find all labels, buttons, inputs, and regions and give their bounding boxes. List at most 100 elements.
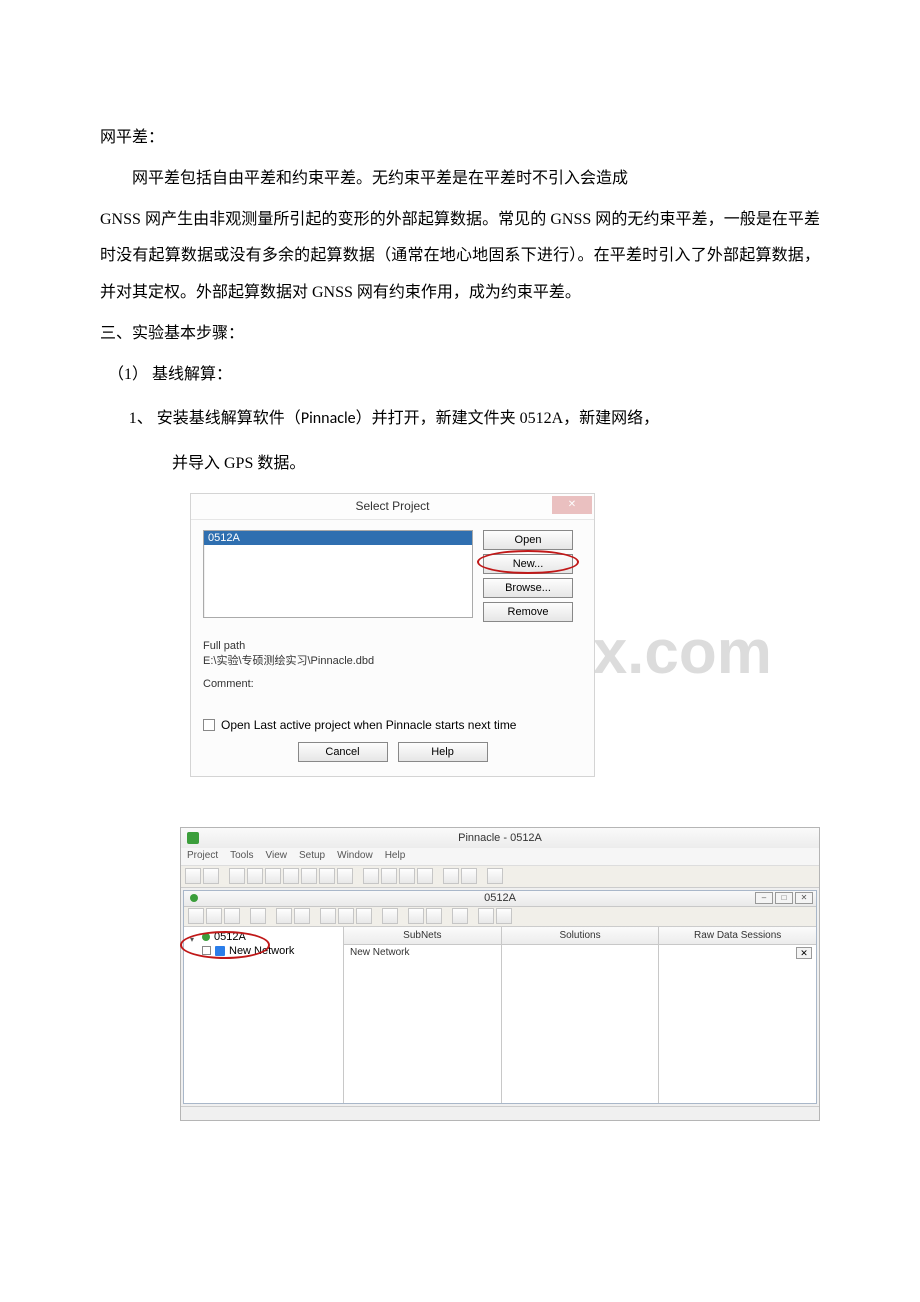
panel-close-icon[interactable]: ✕ — [796, 947, 812, 959]
close-icon[interactable]: ✕ — [552, 496, 592, 514]
panel-header-row: SubNets Solutions Raw Data Sessions — [344, 927, 816, 945]
app-titlebar: Pinnacle - 0512A — [181, 828, 819, 848]
fullpath-label: Full path — [203, 640, 582, 652]
browse-button[interactable]: Browse... — [483, 578, 573, 598]
header-subnets: SubNets — [344, 927, 502, 945]
toolbar-icon[interactable] — [496, 908, 512, 924]
tree-inner: 0512A New Network — [184, 927, 343, 961]
minimize-icon[interactable]: – — [755, 892, 773, 904]
li2-part-a: 1、 安装基线解算软件（ — [129, 410, 301, 427]
statusbar — [181, 1106, 819, 1120]
dialog-title: Select Project — [355, 499, 429, 513]
network-icon — [215, 946, 225, 956]
figure-select-project: www.bdocx.com Select Project ✕ 0512A Ope… — [190, 493, 820, 777]
comment-label: Comment: — [203, 678, 582, 690]
toolbar-icon[interactable] — [185, 868, 201, 884]
project-listbox[interactable]: 0512A — [203, 530, 473, 618]
dialog-titlebar: Select Project ✕ — [191, 494, 594, 520]
toolbar-icon[interactable] — [229, 868, 245, 884]
subnet-item-label[interactable]: New Network — [344, 945, 501, 960]
header-solutions: Solutions — [502, 927, 660, 945]
list-item-2-sub: 并导入 GPS 数据。 — [172, 443, 820, 485]
menu-view[interactable]: View — [265, 850, 287, 865]
expand-icon[interactable] — [190, 933, 198, 941]
toolbar-icon[interactable] — [247, 868, 263, 884]
toolbar-icon[interactable] — [294, 908, 310, 924]
open-button[interactable]: Open — [483, 530, 573, 550]
tree-panel: 0512A New Network — [184, 927, 344, 1103]
toolbar-icon[interactable] — [452, 908, 468, 924]
toolbar-icon[interactable] — [250, 908, 266, 924]
select-project-dialog: Select Project ✕ 0512A Open New... Brows… — [190, 493, 595, 777]
solutions-panel — [502, 945, 660, 1103]
toolbar-icon[interactable] — [478, 908, 494, 924]
toolbar-icon[interactable] — [203, 868, 219, 884]
toolbar-icon[interactable] — [381, 868, 397, 884]
tree-child-label: New Network — [229, 945, 294, 957]
toolbar-icon[interactable] — [319, 868, 335, 884]
toolbar-icon[interactable] — [426, 908, 442, 924]
subwindow-body: 0512A New Network SubNets Solutions Raw … — [184, 927, 816, 1103]
toolbar-icon[interactable] — [487, 868, 503, 884]
toolbar-icon[interactable] — [338, 908, 354, 924]
pinnacle-app-window: Pinnacle - 0512A Project Tools View Setu… — [180, 827, 820, 1121]
checkbox-icon[interactable] — [202, 946, 211, 955]
app-title: Pinnacle - 0512A — [458, 832, 542, 844]
toolbar-icon[interactable] — [283, 868, 299, 884]
dialog-main-row: 0512A Open New... Browse... Remove — [203, 530, 582, 622]
subwindow-title: 0512A — [484, 892, 516, 904]
status-dot-icon — [190, 894, 198, 902]
app-icon — [187, 832, 199, 844]
open-last-checkbox[interactable] — [203, 719, 215, 731]
subwindow-titlebar: 0512A – □ ✕ — [184, 891, 816, 907]
toolbar-icon[interactable] — [276, 908, 292, 924]
open-last-label: Open Last active project when Pinnacle s… — [221, 718, 516, 732]
toolbar-icon[interactable] — [188, 908, 204, 924]
dialog-side-buttons: Open New... Browse... Remove — [483, 530, 573, 622]
listbox-item-0512a[interactable]: 0512A — [204, 531, 472, 545]
menu-help[interactable]: Help — [385, 850, 406, 865]
menu-tools[interactable]: Tools — [230, 850, 253, 865]
toolbar-icon[interactable] — [443, 868, 459, 884]
menu-window[interactable]: Window — [337, 850, 373, 865]
toolbar-icon[interactable] — [265, 868, 281, 884]
tree-child-item[interactable]: New Network — [202, 945, 337, 957]
subnets-panel: New Network — [344, 945, 502, 1103]
tree-root-item[interactable]: 0512A — [190, 931, 337, 943]
paragraph-block-2: GNSS 网产生由非观测量所引起的变形的外部起算数据。常见的 GNSS 网的无约… — [100, 202, 820, 312]
toolbar-icon[interactable] — [363, 868, 379, 884]
dialog-bottom-buttons: Cancel Help — [203, 742, 582, 762]
paragraph-text-2: GNSS 网产生由非观测量所引起的变形的外部起算数据。常见的 GNSS 网的无约… — [100, 211, 820, 302]
toolbar-icon[interactable] — [356, 908, 372, 924]
toolbar-icon[interactable] — [461, 868, 477, 884]
help-button[interactable]: Help — [398, 742, 488, 762]
heading-net-adjustment: 网平差： — [100, 120, 820, 157]
toolbar-icon[interactable] — [417, 868, 433, 884]
close-icon[interactable]: ✕ — [795, 892, 813, 904]
toolbar-icon[interactable] — [206, 908, 222, 924]
menubar: Project Tools View Setup Window Help — [181, 848, 819, 866]
raw-data-panel: ✕ — [659, 945, 816, 1103]
toolbar-icon[interactable] — [382, 908, 398, 924]
toolbar-icon[interactable] — [320, 908, 336, 924]
toolbar-icon[interactable] — [337, 868, 353, 884]
paragraph-line-1: 网平差包括自由平差和约束平差。无约束平差是在平差时不引入会造成 — [100, 161, 820, 198]
project-icon — [202, 933, 210, 941]
menu-setup[interactable]: Setup — [299, 850, 325, 865]
cancel-button[interactable]: Cancel — [298, 742, 388, 762]
new-button[interactable]: New... — [483, 554, 573, 574]
project-subwindow: 0512A – □ ✕ — [183, 890, 817, 1104]
fullpath-value: E:\实验\专硕测绘实习\Pinnacle.dbd — [203, 652, 582, 668]
list-item-2: 1、 安装基线解算软件（Pinnacle）并打开，新建文件夹 0512A，新建网… — [129, 398, 820, 440]
toolbar-icon[interactable] — [301, 868, 317, 884]
main-toolbar — [181, 866, 819, 888]
toolbar-icon[interactable] — [224, 908, 240, 924]
right-panels: SubNets Solutions Raw Data Sessions New … — [344, 927, 816, 1103]
toolbar-icon[interactable] — [408, 908, 424, 924]
toolbar-icon[interactable] — [399, 868, 415, 884]
remove-button[interactable]: Remove — [483, 602, 573, 622]
maximize-icon[interactable]: □ — [775, 892, 793, 904]
li2-pinnacle: Pinnacle — [301, 409, 356, 428]
checkbox-row: Open Last active project when Pinnacle s… — [203, 718, 582, 732]
menu-project[interactable]: Project — [187, 850, 218, 865]
